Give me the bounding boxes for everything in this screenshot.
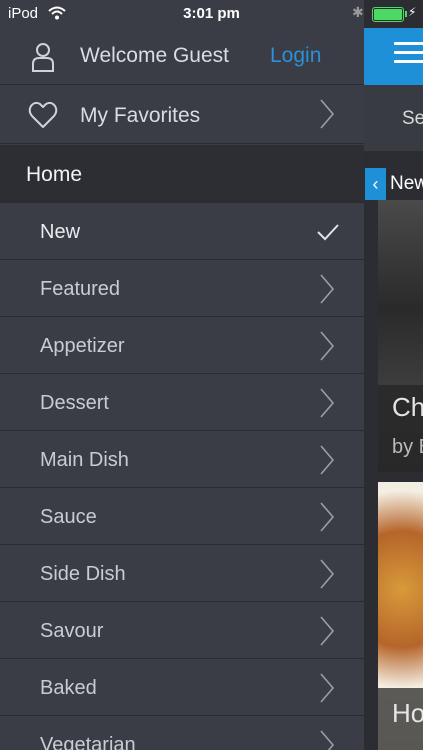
category-label: Baked <box>40 677 97 699</box>
category-label: New <box>40 221 81 243</box>
recipe-card-author: by E <box>392 436 423 458</box>
category-label: Side Dish <box>40 563 126 585</box>
charging-icon: ⚡ <box>408 5 417 19</box>
welcome-row: Welcome Guest Login <box>0 28 364 85</box>
category-item-sauce[interactable]: Sauce <box>0 489 364 545</box>
category-label: Appetizer <box>40 335 125 357</box>
side-drawer: Welcome Guest Login My Favorites Home Ne… <box>0 0 364 750</box>
chevron-right-icon <box>320 99 335 129</box>
category-item-baked[interactable]: Baked <box>0 660 364 716</box>
category-item-dessert[interactable]: Dessert <box>0 375 364 431</box>
home-section-header[interactable]: Home <box>0 145 364 203</box>
main-content: Se ‹ New Ch by E Ho <box>364 0 423 750</box>
category-item-featured[interactable]: Featured <box>0 261 364 317</box>
chevron-right-icon <box>320 673 335 703</box>
my-favorites-item[interactable]: My Favorites <box>0 86 364 144</box>
chevron-right-icon <box>320 616 335 646</box>
chevron-right-icon <box>320 274 335 304</box>
category-item-new[interactable]: New <box>0 204 364 260</box>
status-bar: iPod 3:01 pm ✱ ⚡ <box>0 0 423 28</box>
hamburger-menu-icon[interactable] <box>394 42 423 69</box>
home-label: Home <box>26 163 83 186</box>
chevron-right-icon <box>320 730 335 750</box>
main-tab-label[interactable]: Se <box>402 108 423 130</box>
category-label: Vegetarian <box>40 734 136 750</box>
checkmark-icon <box>317 224 339 241</box>
welcome-text: Welcome Guest <box>80 44 229 67</box>
recipe-card-title: Ho <box>392 698 423 728</box>
category-label: Savour <box>40 620 104 642</box>
battery-icon <box>372 7 404 22</box>
category-item-vegetarian[interactable]: Vegetarian <box>0 717 364 750</box>
chevron-right-icon <box>320 502 335 532</box>
category-item-savour[interactable]: Savour <box>0 603 364 659</box>
chevron-right-icon <box>320 331 335 361</box>
user-icon <box>32 43 54 72</box>
category-item-side-dish[interactable]: Side Dish <box>0 546 364 602</box>
category-item-main-dish[interactable]: Main Dish <box>0 432 364 488</box>
chevron-left-icon[interactable]: ‹ <box>365 168 386 200</box>
recipe-card-title: Ch <box>392 392 423 422</box>
category-label: Featured <box>40 278 121 300</box>
chevron-right-icon <box>320 388 335 418</box>
category-label: Main Dish <box>40 449 129 471</box>
login-link[interactable]: Login <box>270 44 321 68</box>
my-favorites-label: My Favorites <box>80 104 201 127</box>
category-label: Sauce <box>40 506 97 528</box>
chevron-right-icon <box>320 445 335 475</box>
heart-icon <box>28 101 58 128</box>
category-item-appetizer[interactable]: Appetizer <box>0 318 364 374</box>
section-title: New <box>390 173 423 194</box>
bluetooth-icon: ✱ <box>352 4 364 20</box>
chevron-right-icon <box>320 559 335 589</box>
category-label: Dessert <box>40 392 109 414</box>
